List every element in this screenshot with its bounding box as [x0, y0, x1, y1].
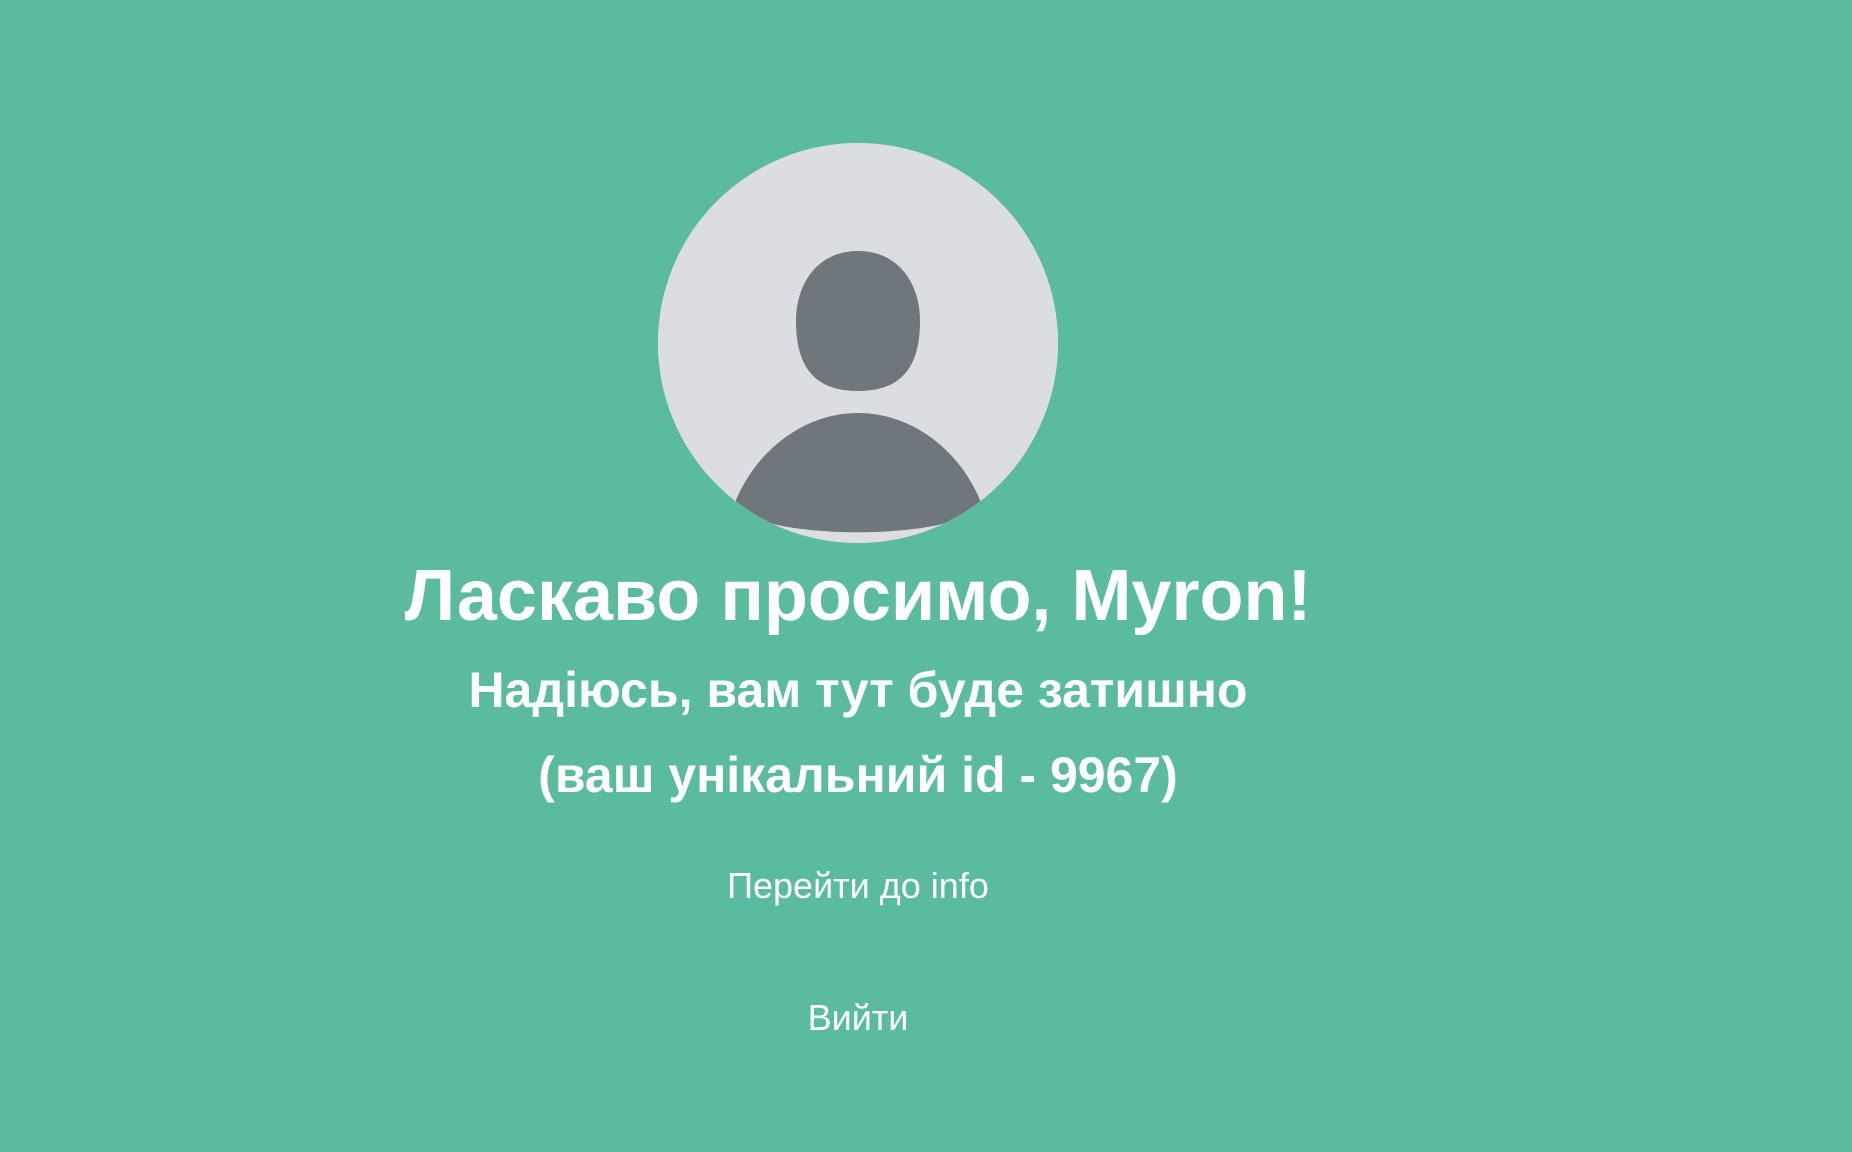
welcome-page: Ласкаво просимо, Myron! Надіюсь, вам тут…	[0, 0, 1852, 1152]
logout-link[interactable]: Вийти	[808, 997, 909, 1038]
info-link-row: Перейти до info	[0, 864, 1716, 908]
go-to-info-link[interactable]: Перейти до info	[727, 865, 989, 906]
unique-id-text: (ваш унікальний id - 9967)	[538, 747, 1178, 803]
user-avatar-placeholder-icon	[658, 143, 1058, 543]
avatar	[658, 143, 1058, 543]
logout-link-row: Вийти	[0, 996, 1716, 1040]
welcome-subtitle: Надіюсь, вам тут буде затишно	[468, 662, 1248, 718]
welcome-title: Ласкаво просимо, Myron!	[404, 556, 1312, 636]
